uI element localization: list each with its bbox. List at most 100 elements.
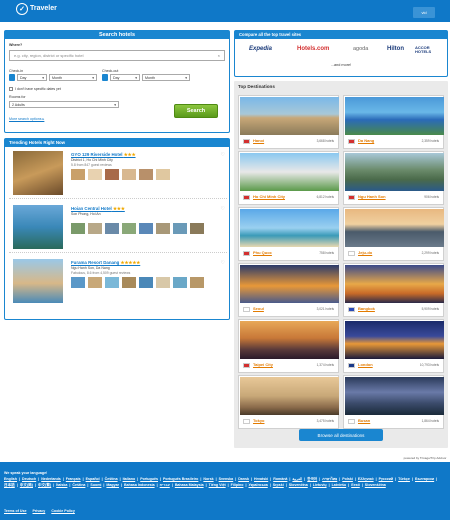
destination-image[interactable] bbox=[240, 209, 339, 247]
language-link[interactable]: 日本語 bbox=[4, 482, 15, 488]
destination-name[interactable]: Taipei City bbox=[253, 362, 273, 367]
thumbnail[interactable] bbox=[190, 277, 204, 288]
more-search-options-link[interactable]: More search options ▸ bbox=[9, 117, 44, 121]
language-link[interactable]: Bahasa Indonesia bbox=[124, 482, 155, 488]
hotel-image[interactable] bbox=[13, 151, 63, 195]
brand-agoda[interactable]: agoda bbox=[353, 46, 368, 52]
thumbnail[interactable] bbox=[122, 277, 136, 288]
destination-image[interactable] bbox=[240, 321, 339, 359]
heart-icon[interactable]: ♡ bbox=[221, 152, 225, 158]
hotel-image[interactable] bbox=[13, 259, 63, 303]
language-link[interactable]: Українська bbox=[248, 482, 267, 488]
language-link[interactable]: Slovenščina bbox=[365, 482, 386, 488]
destination-name[interactable]: Busan bbox=[358, 418, 370, 423]
brand-hotels-com[interactable]: Hotels.com bbox=[297, 46, 329, 52]
thumbnail[interactable] bbox=[156, 169, 170, 180]
thumbnail[interactable] bbox=[71, 169, 85, 180]
privacy-link[interactable]: Privacy bbox=[33, 509, 46, 513]
destination-card[interactable]: Ngu Hanh Son 906 hotels bbox=[343, 151, 444, 205]
search-button[interactable]: Search bbox=[174, 104, 218, 118]
destination-name[interactable]: Ngu Hanh Son bbox=[358, 194, 386, 199]
hotel-card[interactable]: Hoian Central Hotel ★★★ Son Phong, Hoi A… bbox=[9, 203, 227, 253]
language-link[interactable]: Български bbox=[415, 476, 434, 482]
thumbnail[interactable] bbox=[122, 223, 136, 234]
destination-name[interactable]: Da Nang bbox=[358, 138, 374, 143]
language-link[interactable]: 中文(简) bbox=[20, 482, 33, 488]
thumbnail[interactable] bbox=[71, 277, 85, 288]
language-link[interactable]: Ítalska bbox=[56, 482, 67, 488]
rooms-select[interactable]: 2 Adults ▾ bbox=[9, 101, 119, 108]
brand-hilton[interactable]: Hilton bbox=[387, 46, 404, 52]
thumbnail[interactable] bbox=[173, 223, 187, 234]
destination-card[interactable]: Busan 1,864 hotels bbox=[343, 375, 444, 429]
heart-icon[interactable]: ♡ bbox=[221, 260, 225, 266]
destination-image[interactable] bbox=[345, 153, 444, 191]
brand-expedia[interactable]: Expedia bbox=[249, 46, 272, 52]
language-link[interactable]: 中文(繁) bbox=[38, 482, 51, 488]
browse-destinations-button[interactable]: Browse all destinations bbox=[299, 429, 383, 441]
hotel-card[interactable]: GYO 129 Riverside Hotel ★★★ District 1, … bbox=[9, 149, 227, 199]
destination-image[interactable] bbox=[345, 265, 444, 303]
clear-icon[interactable]: × bbox=[218, 53, 220, 58]
destination-image[interactable] bbox=[345, 97, 444, 135]
destination-card[interactable]: London 10,793 hotels bbox=[343, 319, 444, 373]
language-link[interactable]: Latviešu bbox=[332, 482, 347, 488]
thumbnail[interactable] bbox=[88, 169, 102, 180]
thumbnail[interactable] bbox=[105, 277, 119, 288]
cookie-policy-link[interactable]: Cookie Policy bbox=[51, 509, 75, 513]
destination-name[interactable]: Phu Quoc bbox=[253, 250, 272, 255]
destination-card[interactable]: Tokyo 3,475 hotels bbox=[238, 375, 339, 429]
thumbnail[interactable] bbox=[105, 169, 119, 180]
checkin-day-select[interactable]: Day ▾ bbox=[17, 74, 47, 81]
destination-image[interactable] bbox=[345, 321, 444, 359]
hotel-card[interactable]: Furama Resort Danang ★★★★★ Ngu Hanh Son,… bbox=[9, 257, 227, 307]
brand-logo[interactable]: ✓ Traveler bbox=[16, 2, 57, 15]
destination-card[interactable]: Da Nang 2,359 hotels bbox=[343, 95, 444, 149]
destination-name[interactable]: London bbox=[358, 362, 373, 367]
destination-image[interactable] bbox=[240, 265, 339, 303]
language-button[interactable]: vid bbox=[413, 7, 435, 18]
no-dates-checkbox[interactable]: I don't have specific dates yet bbox=[9, 87, 61, 91]
checkout-month-select[interactable]: Month ▾ bbox=[142, 74, 190, 81]
thumbnail[interactable] bbox=[156, 223, 170, 234]
thumbnail[interactable] bbox=[88, 223, 102, 234]
destination-name[interactable]: Hanoi bbox=[253, 138, 264, 143]
where-input[interactable]: e.g. city, region, district or specific … bbox=[9, 50, 225, 61]
calendar-icon[interactable] bbox=[9, 74, 15, 81]
thumbnail[interactable] bbox=[88, 277, 102, 288]
destination-name[interactable]: Jeju-do bbox=[358, 250, 372, 255]
language-link[interactable]: עברית bbox=[160, 482, 170, 488]
destination-card[interactable]: Hanoi 3,668 hotels bbox=[238, 95, 339, 149]
language-link[interactable]: Lietuvių bbox=[313, 482, 327, 488]
destination-image[interactable] bbox=[240, 377, 339, 415]
destination-card[interactable]: Seoul 3,021 hotels bbox=[238, 263, 339, 317]
thumbnail[interactable] bbox=[122, 169, 136, 180]
calendar-icon[interactable] bbox=[102, 74, 108, 81]
destination-name[interactable]: Ho Chi Minh City bbox=[253, 194, 285, 199]
language-link[interactable]: Eesti bbox=[351, 482, 360, 488]
heart-icon[interactable]: ♡ bbox=[221, 206, 225, 212]
language-link[interactable]: Slovenčina bbox=[289, 482, 308, 488]
thumbnail[interactable] bbox=[139, 277, 153, 288]
hotel-image[interactable] bbox=[13, 205, 63, 249]
destination-name[interactable]: Tokyo bbox=[253, 418, 264, 423]
thumbnail[interactable] bbox=[71, 223, 85, 234]
language-link[interactable]: Magyar bbox=[106, 482, 119, 488]
thumbnail[interactable] bbox=[156, 277, 170, 288]
language-link[interactable]: Bahasa Malaysia bbox=[175, 482, 204, 488]
language-link[interactable]: Suomi bbox=[90, 482, 101, 488]
brand-accor[interactable]: ACCOR HOTELS bbox=[415, 46, 437, 54]
checkout-day-select[interactable]: Day ▾ bbox=[110, 74, 140, 81]
destination-card[interactable]: Jeju-do 2,299 hotels bbox=[343, 207, 444, 261]
destination-card[interactable]: Taipei City 1,374 hotels bbox=[238, 319, 339, 373]
destination-image[interactable] bbox=[240, 153, 339, 191]
thumbnail[interactable] bbox=[173, 277, 187, 288]
terms-link[interactable]: Terms of Use bbox=[4, 509, 27, 513]
thumbnail[interactable] bbox=[139, 169, 153, 180]
checkin-month-select[interactable]: Month ▾ bbox=[49, 74, 97, 81]
thumbnail[interactable] bbox=[190, 223, 204, 234]
destination-name[interactable]: Seoul bbox=[253, 306, 264, 311]
destination-card[interactable]: Bangkok 5,909 hotels bbox=[343, 263, 444, 317]
destination-image[interactable] bbox=[345, 377, 444, 415]
language-link[interactable]: Čeština bbox=[72, 482, 85, 488]
